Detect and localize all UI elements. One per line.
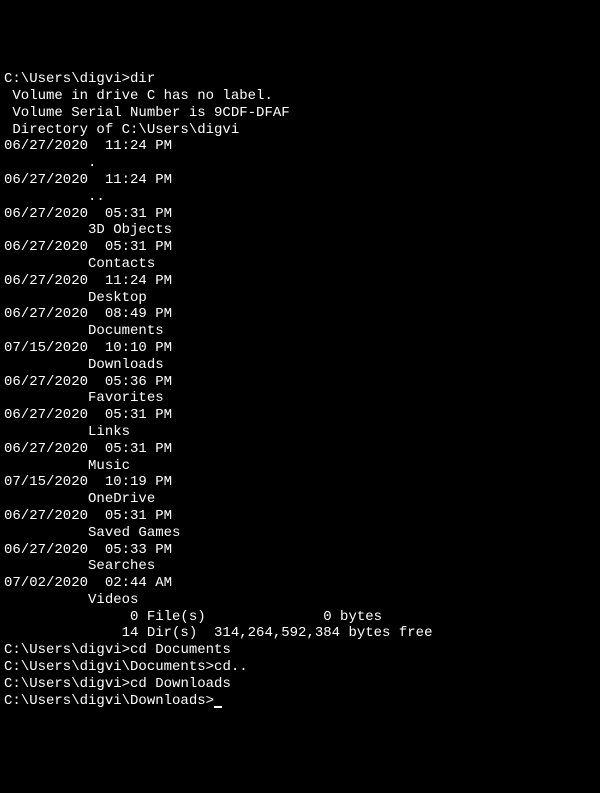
dir-entry: 06/27/2020 05:31 PM 3D Objects06/27/2020… bbox=[4, 206, 596, 609]
dir-entry: 06/27/2020 05:31 PM Contacts06/27/2020 1… bbox=[4, 239, 596, 609]
terminal-output[interactable]: C:\Users\digvi>dir Volume in drive C has… bbox=[4, 71, 596, 709]
command-line: C:\Users\digvi>cd Downloads bbox=[4, 676, 596, 693]
directory-of-line: Directory of C:\Users\digvi bbox=[4, 122, 596, 139]
prompt-path: C:\Users\digvi> bbox=[4, 676, 130, 692]
command-text: dir bbox=[130, 71, 155, 87]
dir-entry: 07/15/2020 10:10 PM Downloads06/27/2020 … bbox=[4, 340, 596, 609]
dir-entry: 06/27/2020 05:31 PM Saved Games06/27/202… bbox=[4, 508, 596, 609]
summary-files: 0 File(s) 0 bytes bbox=[4, 609, 596, 626]
prompt-path: C:\Users\digvi> bbox=[4, 71, 130, 87]
command-text: cd Downloads bbox=[130, 676, 231, 692]
dir-entry: 07/15/2020 10:19 PM OneDrive06/27/2020 0… bbox=[4, 474, 596, 608]
dir-entry: 06/27/2020 11:24 PM Desktop06/27/2020 08… bbox=[4, 273, 596, 609]
active-command-line[interactable]: C:\Users\digvi\Downloads> bbox=[4, 693, 596, 710]
dir-entry: 06/27/2020 05:31 PM Music07/15/2020 10:1… bbox=[4, 441, 596, 609]
volume-label-line: Volume in drive C has no label. bbox=[4, 88, 596, 105]
prompt-path: C:\Users\digvi> bbox=[4, 642, 130, 658]
dir-entry: 06/27/2020 05:31 PM Links06/27/2020 05:3… bbox=[4, 407, 596, 609]
command-line: C:\Users\digvi>cd Documents bbox=[4, 642, 596, 659]
command-text: cd.. bbox=[214, 659, 248, 675]
command-text: cd Documents bbox=[130, 642, 231, 658]
dir-entry: 06/27/2020 05:33 PM Searches07/02/2020 0… bbox=[4, 542, 596, 609]
dir-entry: 06/27/2020 05:36 PM Favorites06/27/2020 … bbox=[4, 374, 596, 609]
summary-dirs: 14 Dir(s) 314,264,592,384 bytes free bbox=[4, 625, 596, 642]
dir-entry: 06/27/2020 11:24 PM ..06/27/2020 05:31 P… bbox=[4, 172, 596, 609]
dir-entry: 06/27/2020 08:49 PM Documents07/15/2020 … bbox=[4, 306, 596, 608]
prompt-path: C:\Users\digvi\Documents> bbox=[4, 659, 214, 675]
prompt-path: C:\Users\digvi\Downloads> bbox=[4, 693, 214, 709]
dir-entry: 06/27/2020 11:24 PM .06/27/2020 11:24 PM… bbox=[4, 138, 596, 608]
command-line: C:\Users\digvi\Documents>cd.. bbox=[4, 659, 596, 676]
cursor bbox=[214, 706, 222, 708]
command-line: C:\Users\digvi>dir bbox=[4, 71, 596, 88]
dir-entry: 07/02/2020 02:44 AM Videos bbox=[4, 575, 596, 609]
serial-line: Volume Serial Number is 9CDF-DFAF bbox=[4, 105, 596, 122]
